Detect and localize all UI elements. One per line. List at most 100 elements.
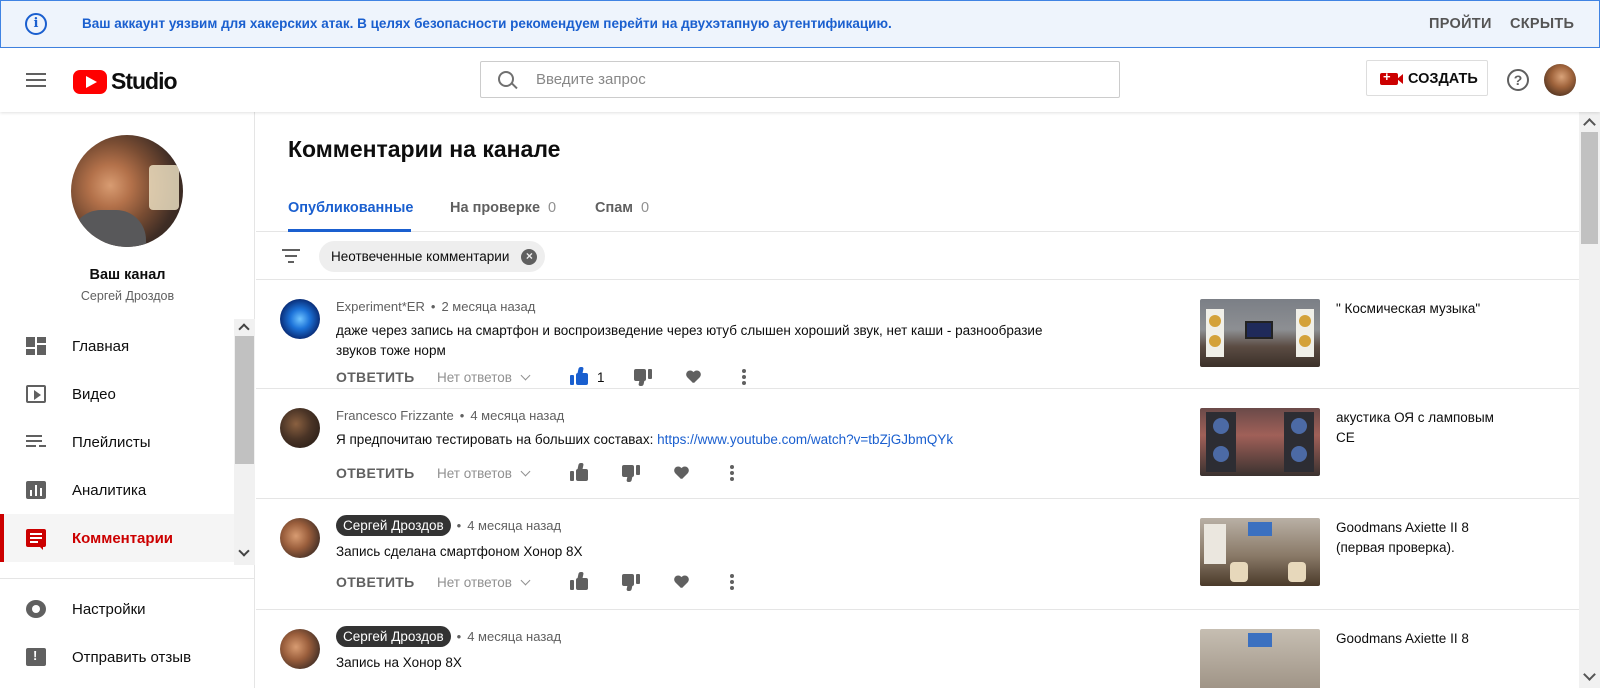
more-options-icon[interactable] [734, 367, 754, 387]
comment-row: Сергей Дроздов • 4 месяца назад Запись сде… [256, 500, 1579, 610]
comment-time[interactable]: 4 месяца назад [467, 518, 561, 533]
comment-actions: ОТВЕТИТЬ Нет ответов 1 [336, 365, 936, 389]
sidebar-item-label: Главная [72, 338, 130, 355]
video-title[interactable]: Goodmans Axiette II 8 (первая проверка). [1336, 518, 1496, 558]
tab-bar: Опубликованные На проверке 0 Спам 0 [256, 184, 1579, 232]
sidebar-item-analytics[interactable]: Аналитика [0, 466, 234, 514]
replies-toggle[interactable]: Нет ответов [437, 466, 531, 481]
sidebar-item-videos[interactable]: Видео [0, 370, 234, 418]
commenter-avatar[interactable] [280, 518, 320, 558]
sidebar-item-comments[interactable]: Комментарии [0, 514, 234, 562]
comment-text: Запись на Хонор 8Х [336, 655, 462, 670]
info-icon: i [25, 13, 47, 35]
search-input[interactable] [536, 62, 1106, 97]
sidebar-nav: Главная Видео Плейлисты Аналитика Коммен… [0, 322, 234, 562]
heart-icon[interactable] [683, 367, 703, 387]
chevron-up-icon[interactable] [1583, 118, 1596, 131]
comments-icon [26, 529, 46, 550]
replies-toggle[interactable]: Нет ответов [437, 370, 531, 385]
main-scrollbar[interactable] [1579, 112, 1600, 688]
like-icon[interactable] [570, 367, 590, 387]
comment-author[interactable]: Experiment*ER [336, 299, 425, 314]
sidebar-item-label: Отправить отзыв [72, 649, 192, 666]
video-thumbnail[interactable] [1200, 518, 1320, 586]
chevron-down-icon [520, 466, 531, 477]
comment-link[interactable]: https://www.youtube.com/watch?v=tbZjGJbm… [657, 432, 953, 447]
replies-toggle[interactable]: Нет ответов [437, 575, 531, 590]
tab-label: Спам [595, 200, 634, 216]
playlist-icon [26, 433, 46, 451]
sidebar-item-label: Аналитика [72, 482, 147, 499]
reply-button[interactable]: ОТВЕТИТЬ [336, 574, 415, 590]
main-scrollbar-thumb[interactable] [1581, 132, 1598, 244]
more-options-icon[interactable] [722, 572, 742, 592]
video-title[interactable]: Goodmans Axiette II 8 [1336, 629, 1496, 649]
help-icon[interactable]: ? [1507, 69, 1529, 91]
comment-time[interactable]: 4 месяца назад [470, 408, 564, 423]
like-count: 1 [597, 370, 605, 385]
like-icon[interactable] [570, 463, 590, 483]
banner-hide-button[interactable]: СКРЫТЬ [1510, 16, 1574, 32]
sidebar-scrollbar[interactable] [234, 319, 255, 565]
sidebar-scrollbar-thumb[interactable] [235, 336, 254, 464]
page-title: Комментарии на канале [288, 136, 561, 162]
close-icon[interactable]: × [521, 249, 538, 265]
more-options-icon[interactable] [722, 463, 742, 483]
chevron-down-icon[interactable] [238, 545, 250, 558]
video-thumbnail[interactable] [1200, 408, 1320, 476]
youtube-studio-logo[interactable]: Studio [73, 68, 178, 95]
like-icon[interactable] [570, 572, 590, 592]
channel-avatar[interactable] [71, 135, 183, 247]
tab-count: 0 [641, 200, 650, 216]
sidebar-item-playlists[interactable]: Плейлисты [0, 418, 234, 466]
comment-time[interactable]: 4 месяца назад [467, 629, 561, 644]
tab-spam[interactable]: Спам 0 [595, 200, 649, 216]
analytics-icon [26, 481, 46, 499]
tab-label: На проверке [450, 200, 541, 216]
dislike-icon[interactable] [620, 572, 640, 592]
filter-icon[interactable] [282, 249, 300, 263]
filter-chip-unanswered[interactable]: Неотвеченные комментарии × [319, 241, 546, 272]
sidebar-item-settings[interactable]: Настройки [0, 585, 255, 633]
heart-icon[interactable] [671, 572, 691, 592]
dislike-icon[interactable] [620, 463, 640, 483]
channel-owner-badge[interactable]: Сергей Дроздов [336, 515, 451, 536]
video-thumbnail[interactable] [1200, 299, 1320, 367]
search-icon [498, 71, 514, 87]
chevron-up-icon[interactable] [238, 322, 250, 335]
sidebar-item-label: Плейлисты [72, 434, 151, 451]
reply-button[interactable]: ОТВЕТИТЬ [336, 465, 415, 481]
sidebar: Ваш канал Сергей Дроздов Главная Видео П… [0, 112, 255, 688]
sidebar-item-label: Настройки [72, 601, 146, 618]
sidebar-item-dashboard[interactable]: Главная [0, 322, 234, 370]
tab-label: Опубликованные [288, 200, 414, 216]
filter-bar: Неотвеченные комментарии × [256, 232, 1579, 280]
comment-text: Запись сделана смартфоном Хонор 8Х [336, 544, 583, 559]
sidebar-item-label: Видео [72, 386, 116, 403]
banner-go-button[interactable]: ПРОЙТИ [1429, 16, 1492, 32]
menu-icon[interactable] [26, 73, 46, 87]
create-button[interactable]: СОЗДАТЬ [1366, 60, 1488, 96]
tab-published[interactable]: Опубликованные [288, 200, 414, 216]
comment-author[interactable]: Francesco Frizzante [336, 408, 454, 423]
tab-review[interactable]: На проверке 0 [450, 200, 556, 216]
sidebar-item-feedback[interactable]: Отправить отзыв [0, 633, 255, 681]
video-thumbnail[interactable] [1200, 629, 1320, 688]
video-title[interactable]: акустика ОЯ с ламповым СЕ [1336, 408, 1496, 448]
dislike-icon[interactable] [632, 367, 652, 387]
channel-owner-badge[interactable]: Сергей Дроздов [336, 626, 451, 647]
commenter-avatar[interactable] [280, 299, 320, 339]
commenter-avatar[interactable] [280, 629, 320, 669]
video-title[interactable]: " Космическая музыка" [1336, 299, 1506, 319]
commenter-avatar[interactable] [280, 408, 320, 448]
comment-text: даже через запись на смартфон и воспроиз… [336, 323, 1043, 358]
top-header: Studio СОЗДАТЬ ? [0, 48, 1600, 112]
chevron-down-icon[interactable] [1583, 668, 1596, 681]
reply-button[interactable]: ОТВЕТИТЬ [336, 369, 415, 385]
security-banner: i Ваш аккаунт уязвим для хакерских атак.… [0, 0, 1600, 48]
account-avatar[interactable] [1544, 64, 1576, 96]
feedback-icon [26, 648, 46, 666]
heart-icon[interactable] [671, 463, 691, 483]
youtube-play-icon [73, 69, 107, 94]
comment-time[interactable]: 2 месяца назад [441, 299, 535, 314]
